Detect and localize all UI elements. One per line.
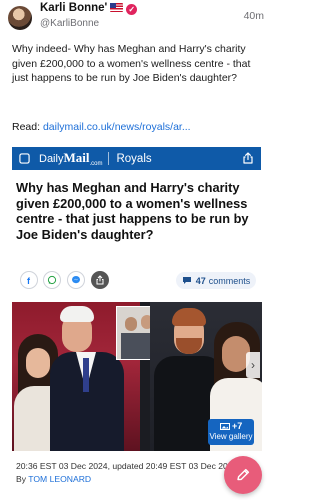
comments-button[interactable]: 47 comments — [176, 272, 256, 289]
dailymail-logo: DailyMail.com — [39, 150, 102, 167]
byline: By TOM LEONARD — [16, 474, 91, 484]
chevron-right-icon[interactable]: › — [246, 352, 260, 378]
messenger-icon[interactable] — [67, 271, 85, 289]
gallery-label: View gallery — [209, 432, 253, 441]
post-time: 40m — [243, 10, 264, 22]
flag-usa-icon — [110, 3, 124, 12]
section-name: Royals — [116, 152, 152, 165]
byline-author[interactable]: TOM LEONARD — [28, 474, 91, 484]
gallery-icon — [219, 423, 230, 430]
dailymail-bar[interactable]: DailyMail.com Royals — [12, 147, 261, 170]
share-alt-icon[interactable] — [91, 271, 109, 289]
compose-button[interactable] — [224, 456, 262, 494]
read-line: Read: dailymail.co.uk/news/royals/ar... — [12, 121, 262, 133]
article-link[interactable]: dailymail.co.uk/news/royals/ar... — [43, 121, 191, 133]
author-name-row[interactable]: Karli Bonne' ✓ — [40, 2, 138, 15]
divider — [108, 152, 110, 165]
author-name[interactable]: Karli Bonne' — [40, 2, 107, 14]
brand-mail: Mail — [63, 150, 90, 165]
comments-label: comments — [208, 275, 251, 286]
byline-prefix: By — [16, 474, 29, 484]
article-headline[interactable]: Why has Meghan and Harry's charity given… — [16, 180, 256, 242]
whatsapp-icon[interactable] — [43, 271, 61, 289]
avatar[interactable] — [8, 6, 32, 30]
post-text: Why indeed- Why has Meghan and Harry's c… — [12, 43, 251, 84]
post-header: Karli Bonne' ✓ @KarliBonne 40m — [0, 0, 273, 38]
svg-text:f: f — [27, 276, 31, 285]
author-handle[interactable]: @KarliBonne — [40, 18, 99, 29]
gallery-count: +7 — [231, 421, 243, 431]
view-gallery-button[interactable]: +7 View gallery — [208, 419, 254, 445]
read-prefix: Read: — [12, 121, 43, 133]
comments-count: 47 — [195, 275, 206, 286]
share-icon[interactable] — [242, 152, 254, 164]
brand-com: .com — [89, 161, 103, 167]
comment-icon — [182, 277, 191, 284]
article-photo[interactable]: › +7 View gallery — [12, 302, 262, 451]
facebook-icon[interactable]: f — [20, 271, 38, 289]
verified-icon: ✓ — [126, 4, 138, 15]
brand-daily: Daily — [39, 153, 64, 165]
menu-icon — [19, 153, 30, 164]
compose-icon — [237, 468, 250, 481]
